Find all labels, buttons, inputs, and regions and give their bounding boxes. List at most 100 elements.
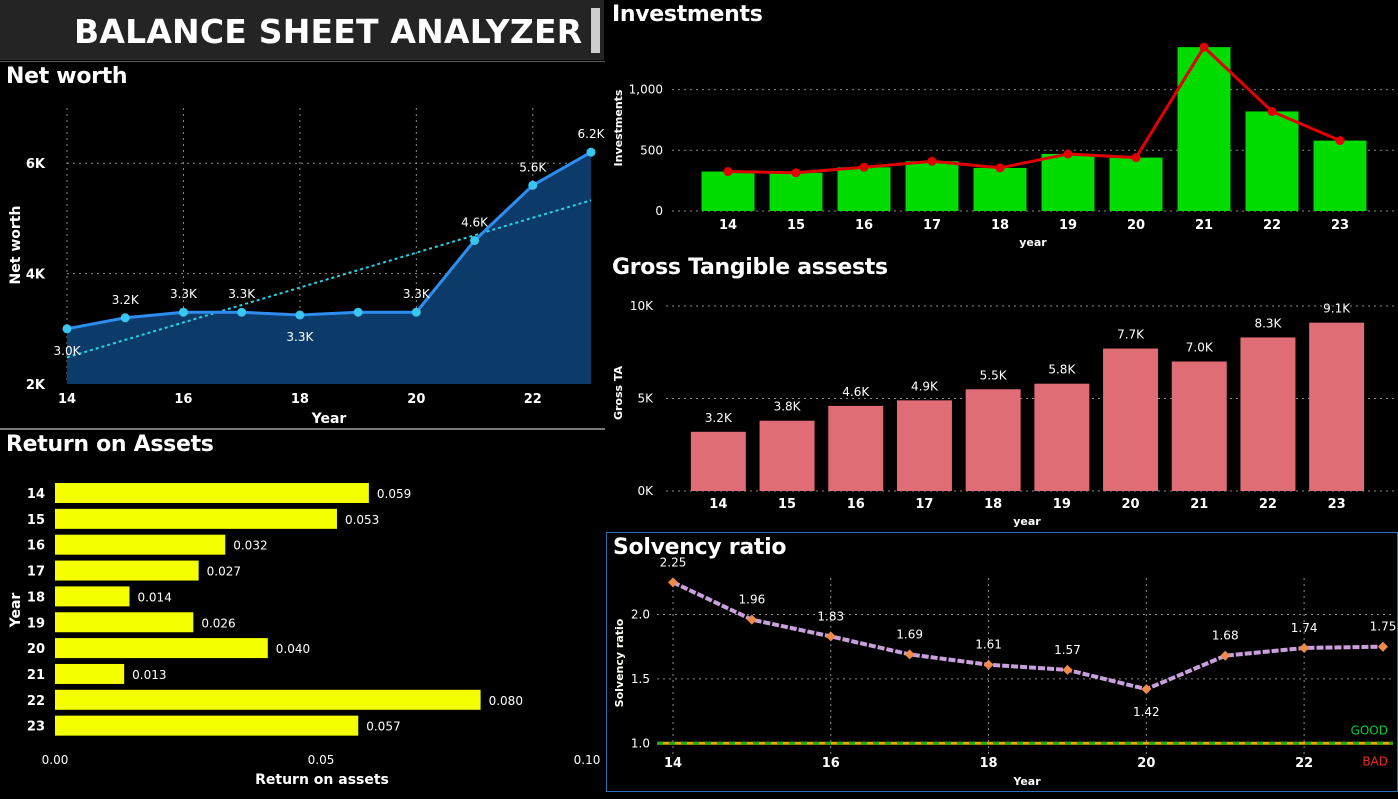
- x-tick-label: 22: [1263, 218, 1281, 233]
- gta-bar: [759, 420, 815, 491]
- investments-point: [1131, 153, 1141, 163]
- solvency-data-label: 1.42: [1133, 705, 1160, 719]
- investments-bar: [701, 171, 755, 211]
- gta-bar: [1240, 337, 1296, 491]
- roa-data-label: 0.013: [132, 668, 166, 682]
- solvency-point: [1299, 642, 1310, 653]
- net-worth-data-label: 6.2K: [578, 127, 605, 141]
- y-tick-label: 14: [27, 487, 45, 502]
- y-tick-label: 22: [27, 694, 45, 709]
- x-tick-label: 20: [1127, 218, 1145, 233]
- net-worth-point: [62, 324, 72, 334]
- net-worth-data-label: 5.6K: [519, 160, 547, 174]
- x-tick-label: 16: [174, 392, 192, 407]
- y-axis-label: Year: [8, 593, 24, 629]
- y-axis-label: Solvency ratio: [613, 618, 626, 707]
- investments-chart[interactable]: 0 500 1,000 14 15 16 17 18 19 20 21 22 23 year Investm…: [606, 0, 1398, 253]
- roa-bar: [55, 534, 226, 555]
- roa-bar: [55, 612, 194, 633]
- x-tick-label: 15: [778, 497, 796, 512]
- y-tick-label: 0: [655, 204, 663, 218]
- roa-data-label: 0.080: [489, 694, 523, 708]
- gta-data-label: 7.0K: [1186, 341, 1214, 355]
- net-worth-chart[interactable]: 3.0K 3.2K 3.3K 3.3K 3.3K 3.3K 4.6K 5.6K 6.2K 14 16…: [0, 62, 605, 429]
- y-tick-label: 2.0: [631, 608, 650, 622]
- roa-bar: [55, 586, 130, 607]
- investments-point: [1063, 149, 1073, 159]
- investments-bar: [1041, 153, 1095, 211]
- solvency-point: [904, 649, 915, 660]
- roa-bar: [55, 689, 481, 710]
- roa-bar: [55, 560, 199, 581]
- investments-bar: [1109, 157, 1163, 211]
- y-tick-label: 1,000: [629, 83, 663, 97]
- x-tick-label: 15: [787, 218, 805, 233]
- solvency-data-label: 1.57: [1054, 643, 1081, 657]
- gta-data-label: 3.2K: [705, 411, 733, 425]
- x-tick-label: 18: [291, 392, 309, 407]
- roa-bar: [55, 715, 359, 736]
- solvency-data-label: 1.69: [896, 627, 923, 641]
- y-tick-label: 15: [27, 513, 45, 528]
- roa-data-label: 0.032: [233, 539, 267, 553]
- gta-panel[interactable]: Gross Tangible assests 0K 5K 10K 3.2K 3.8K 4.…: [606, 253, 1398, 531]
- x-tick-label: 16: [855, 218, 873, 233]
- net-worth-data-label: 3.3K: [228, 287, 256, 301]
- investments-point: [927, 156, 937, 166]
- investments-point: [1199, 42, 1209, 52]
- net-worth-data-label: 3.2K: [112, 293, 140, 307]
- solvency-point: [1141, 684, 1152, 695]
- investments-bar: [769, 172, 823, 211]
- roa-bar: [55, 663, 125, 684]
- x-tick-label: 14: [664, 756, 682, 771]
- y-tick-label: 2K: [26, 378, 46, 393]
- gta-chart[interactable]: 0K 5K 10K 3.2K 3.8K 4.6K 4.9K 5.5K 5.8K 7.7K 7.0K 8…: [606, 253, 1398, 531]
- x-tick-label: 20: [1137, 756, 1155, 771]
- y-tick-label: 21: [27, 668, 45, 683]
- roa-data-label: 0.026: [201, 616, 235, 630]
- x-tick-label: 17: [915, 497, 933, 512]
- roa-data-label: 0.059: [377, 487, 411, 501]
- x-tick-label: 21: [1195, 218, 1213, 233]
- bad-label: BAD: [1362, 754, 1388, 768]
- gta-bar: [965, 389, 1021, 491]
- roa-chart[interactable]: 14 0.059 15 0.053 16 0.032 17 0.027 18 0.014 19 0.0…: [0, 430, 605, 792]
- solvency-point: [1062, 664, 1073, 675]
- gta-bar: [1103, 348, 1159, 491]
- y-tick-label: 0K: [637, 484, 654, 498]
- y-tick-label: 16: [27, 539, 45, 554]
- net-worth-area: [67, 152, 591, 384]
- y-tick-label: 19: [27, 616, 45, 631]
- solvency-panel[interactable]: Solvency ratio 1.0 1.5 2.0 GOOD BAD 2.25 1.96 1…: [606, 532, 1398, 792]
- x-tick-label: 20: [1122, 497, 1140, 512]
- y-tick-label: 18: [27, 590, 45, 605]
- net-worth-data-label: 3.3K: [286, 330, 314, 344]
- net-worth-point: [295, 310, 305, 320]
- investments-point: [995, 163, 1005, 173]
- gta-data-label: 5.8K: [1048, 363, 1076, 377]
- net-worth-panel[interactable]: Net worth 3.0K 3.2K 3.3K 3.3K 3.3K 3.3K 4.6K 5.…: [0, 61, 605, 428]
- x-tick-label: 22: [524, 392, 542, 407]
- y-axis-label: Net worth: [8, 206, 24, 285]
- x-tick-label: 18: [991, 218, 1009, 233]
- net-worth-point: [411, 307, 421, 317]
- x-tick-label: 22: [1295, 756, 1313, 771]
- y-tick-label: 1.5: [631, 672, 650, 686]
- good-label: GOOD: [1351, 723, 1388, 737]
- x-axis-label: year: [1019, 236, 1047, 249]
- x-tick-label: 14: [709, 497, 727, 512]
- net-worth-data-label: 3.3K: [170, 287, 198, 301]
- net-worth-point: [528, 180, 538, 190]
- investments-bar: [1245, 111, 1299, 211]
- investments-panel[interactable]: Investments 0 500 1,000 14 15 16 17 18 19 20 21 22 2…: [606, 0, 1398, 253]
- roa-panel[interactable]: Return on Assets 14 0.059 15 0.053 16 0.032 17…: [0, 428, 605, 792]
- solvency-point: [1378, 641, 1388, 652]
- net-worth-point: [178, 307, 188, 317]
- solvency-chart[interactable]: 1.0 1.5 2.0 GOOD BAD 2.25 1.96 1.83 1.69 1.61 1.57…: [607, 533, 1397, 791]
- x-axis-label: Return on assets: [255, 772, 389, 788]
- x-tick-label: 17: [923, 218, 941, 233]
- investments-point: [859, 162, 869, 172]
- solvency-data-label: 1.96: [739, 593, 766, 607]
- investments-bar: [905, 161, 959, 211]
- x-tick-label: 22: [1259, 497, 1277, 512]
